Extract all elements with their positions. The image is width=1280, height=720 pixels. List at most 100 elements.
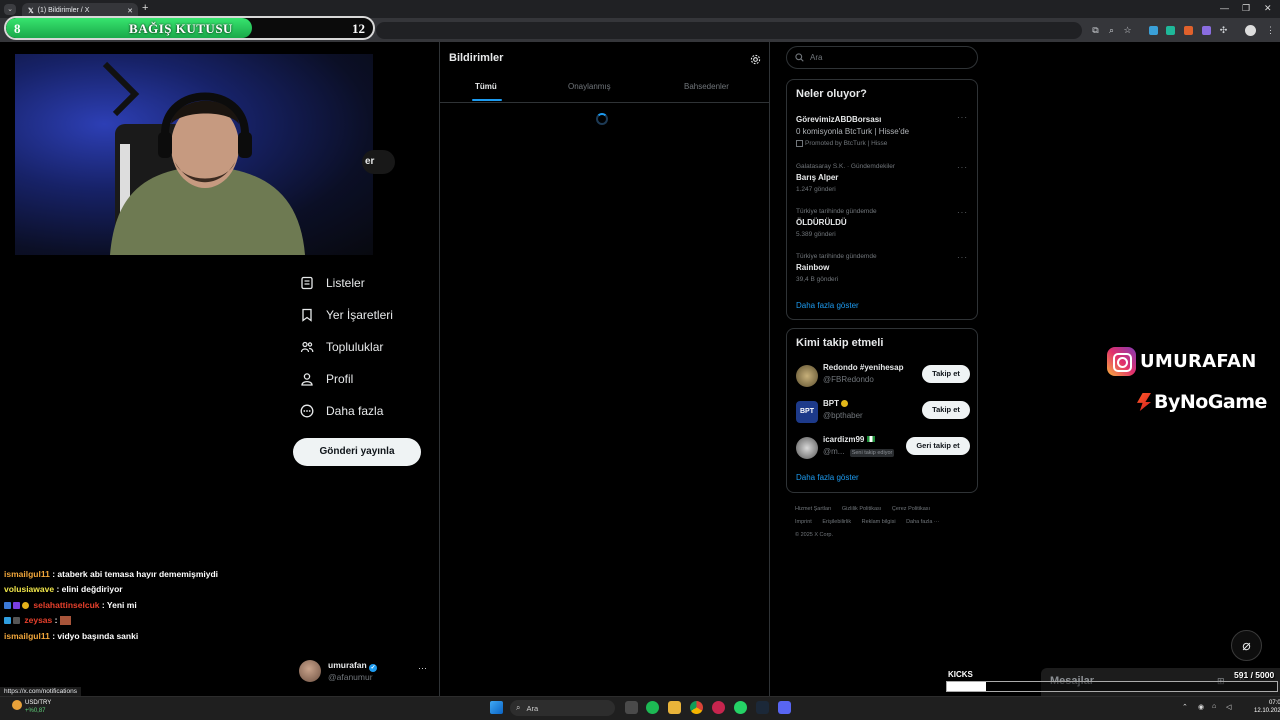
footer-links: Hizmet Şartları Gizlilik Politikası Çere… bbox=[795, 503, 975, 542]
more-circle-icon bbox=[300, 404, 314, 418]
volume-icon[interactable]: ◁ bbox=[1226, 703, 1231, 711]
footer-link[interactable]: Imprint bbox=[795, 519, 812, 525]
minimize-icon[interactable]: — bbox=[1220, 3, 1229, 13]
footer-link[interactable]: Erişilebilirlik bbox=[822, 519, 851, 525]
address-bar[interactable] bbox=[376, 22, 1082, 39]
extension-icon[interactable] bbox=[1184, 26, 1193, 35]
who-to-follow-show-more-link[interactable]: Daha fazla göster bbox=[796, 473, 859, 482]
who-to-follow-title: Kimi takip etmeli bbox=[796, 337, 884, 349]
follow-button[interactable]: Takip et bbox=[922, 401, 970, 419]
chat-username: volusiawave bbox=[4, 584, 55, 594]
loading-spinner-icon bbox=[596, 113, 608, 125]
x-logo-icon: 𝕏 bbox=[28, 7, 34, 15]
task-view-icon[interactable] bbox=[625, 701, 638, 714]
search-placeholder: Ara bbox=[810, 53, 823, 62]
maximize-icon[interactable]: ❐ bbox=[1242, 3, 1250, 14]
trend-post-count: 39,4 B gönderi bbox=[796, 276, 839, 283]
discord-icon[interactable] bbox=[778, 701, 791, 714]
sponsor-name: ByNoGame bbox=[1154, 391, 1267, 413]
profile-handle: @afanumur bbox=[328, 672, 373, 682]
extensions-puzzle-icon[interactable]: ✣ bbox=[1218, 25, 1229, 36]
follow-back-button[interactable]: Geri takip et bbox=[906, 437, 970, 455]
tray-app-icon[interactable]: ◉ bbox=[1198, 703, 1204, 711]
avatar bbox=[796, 437, 818, 459]
time: 07:05 bbox=[1269, 700, 1280, 706]
verified-badge-icon: ✓ bbox=[369, 664, 378, 672]
chat-message: volusiawave : elini değdiriyor bbox=[4, 584, 123, 594]
windows-start-icon[interactable] bbox=[490, 701, 503, 714]
footer-link[interactable]: Hizmet Şartları bbox=[795, 506, 831, 512]
tab-all[interactable]: Tümü bbox=[475, 82, 497, 91]
spotify-icon[interactable] bbox=[646, 701, 659, 714]
clock[interactable]: 07:05 12.10.2025 bbox=[1254, 699, 1280, 715]
trend-more-icon[interactable]: ··· bbox=[957, 208, 968, 217]
trend-more-icon[interactable]: ··· bbox=[957, 163, 968, 172]
chat-username: ismailgul11 bbox=[4, 569, 50, 579]
nav-item-bookmarks[interactable]: Yer İşaretleri bbox=[300, 304, 393, 326]
extension-icon[interactable] bbox=[1202, 26, 1211, 35]
extension-icon[interactable] bbox=[1166, 26, 1175, 35]
chat-text: elini değdiriyor bbox=[61, 584, 123, 594]
browser-menu-icon[interactable]: ⋮ bbox=[1265, 25, 1276, 36]
suggested-account[interactable]: icardizm99 @m... Seni takip ediyor Geri … bbox=[796, 435, 970, 461]
grok-button[interactable]: ⌀ bbox=[1231, 630, 1262, 661]
suggested-account[interactable]: Redondo #yenihesap @FBRedondo Takip et bbox=[796, 363, 970, 389]
profile-more-icon[interactable]: ··· bbox=[418, 663, 427, 673]
suggested-account[interactable]: BPT BPT @bpthaber Takip et bbox=[796, 399, 970, 425]
install-app-icon[interactable]: ⧉ bbox=[1090, 25, 1101, 36]
nav-label-bookmarks: Yer İşaretleri bbox=[326, 308, 393, 322]
footer-link[interactable]: Reklam bilgisi bbox=[862, 519, 896, 525]
taskbar-search[interactable]: ⌕ Ara bbox=[510, 700, 615, 716]
promoted-icon bbox=[796, 140, 803, 147]
tab-close-icon[interactable]: ✕ bbox=[127, 7, 133, 15]
taskbar bbox=[0, 696, 1280, 720]
obs-icon[interactable] bbox=[712, 701, 725, 714]
chat-message: ismailgul11 : vidyo başında sanki bbox=[4, 631, 139, 641]
nav-label-lists: Listeler bbox=[326, 276, 365, 290]
file-explorer-icon[interactable] bbox=[668, 701, 681, 714]
follow-button[interactable]: Takip et bbox=[922, 365, 970, 383]
ticker-icon bbox=[12, 700, 22, 710]
settings-gear-icon[interactable] bbox=[750, 52, 761, 65]
donation-title: BAĞIŞ KUTUSU bbox=[129, 21, 233, 36]
zoom-icon[interactable]: ⌕ bbox=[1106, 25, 1117, 36]
network-icon[interactable]: ⌂ bbox=[1212, 703, 1216, 710]
chat-username: ismailgul11 bbox=[4, 631, 50, 641]
trend-post-count: 1.247 gönderi bbox=[796, 186, 836, 193]
new-tab-button[interactable]: + bbox=[142, 2, 148, 14]
close-window-icon[interactable]: ✕ bbox=[1264, 3, 1272, 14]
profile-avatar-icon[interactable] bbox=[1245, 25, 1256, 36]
search-input[interactable]: Ara bbox=[786, 46, 978, 69]
nav-partial-button[interactable]: er bbox=[362, 150, 395, 174]
nav-item-communities[interactable]: Topluluklar bbox=[300, 336, 383, 358]
communities-icon bbox=[300, 341, 314, 353]
nav-item-profile[interactable]: Profil bbox=[300, 368, 353, 390]
extension-icon[interactable] bbox=[1149, 26, 1158, 35]
trend-more-icon[interactable]: ··· bbox=[957, 253, 968, 262]
whatsapp-icon[interactable] bbox=[734, 701, 747, 714]
list-icon bbox=[301, 276, 313, 290]
ticker-widget[interactable]: USD/TRY +%0,87 bbox=[25, 699, 51, 715]
nav-item-more[interactable]: Daha fazla bbox=[300, 400, 383, 422]
footer-link[interactable]: Daha fazla ··· bbox=[906, 519, 939, 525]
trends-show-more-link[interactable]: Daha fazla göster bbox=[796, 301, 859, 310]
trend-more-icon[interactable]: ··· bbox=[957, 113, 968, 122]
nav-label-profile: Profil bbox=[326, 372, 354, 386]
trend-description: 0 komisyonla BtcTurk | Hisse'de bbox=[796, 127, 910, 136]
tab-search-button[interactable]: ⌄ bbox=[4, 4, 16, 15]
chrome-icon[interactable] bbox=[690, 701, 703, 714]
who-to-follow-card: Kimi takip etmeli Redondo #yenihesap @FB… bbox=[786, 328, 978, 493]
steam-icon[interactable] bbox=[756, 701, 769, 714]
account-switcher[interactable]: umurafan ✓ @afanumur ··· bbox=[299, 658, 434, 686]
nav-item-lists[interactable]: Listeler bbox=[300, 272, 365, 294]
tab-verified[interactable]: Onaylanmış bbox=[568, 82, 611, 91]
post-button[interactable]: Gönderi yayınla bbox=[293, 438, 421, 466]
tab-mentions[interactable]: Bahsedenler bbox=[684, 82, 729, 91]
instagram-handle: UMURAFAN bbox=[1140, 351, 1257, 372]
nav-label-communities: Topluluklar bbox=[326, 340, 384, 354]
tray-chevron-icon[interactable]: ⌃ bbox=[1182, 703, 1188, 711]
footer-link[interactable]: Çerez Politikası bbox=[892, 506, 930, 512]
footer-link[interactable]: Gizlilik Politikası bbox=[842, 506, 881, 512]
donation-bar: 8 BAĞIŞ KUTUSU 12 bbox=[4, 16, 375, 40]
bookmark-star-icon[interactable]: ☆ bbox=[1122, 25, 1133, 36]
